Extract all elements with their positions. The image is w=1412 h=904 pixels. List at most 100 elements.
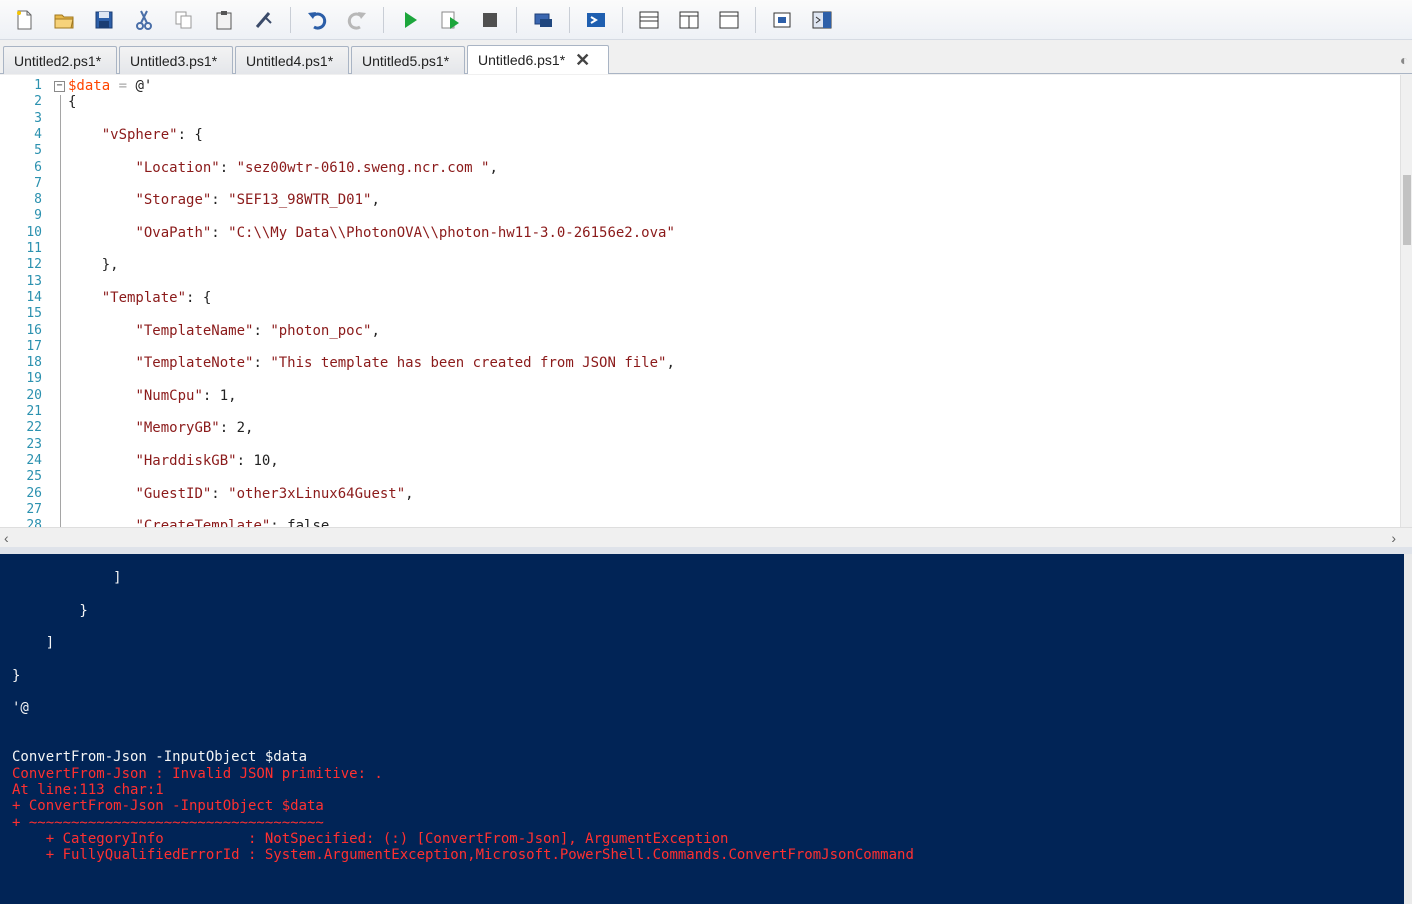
code-line: {	[68, 94, 77, 111]
layout-maximize-icon[interactable]	[716, 7, 742, 33]
code-line: "OvaPath": "C:\\My Data\\PhotonOVA\\phot…	[135, 224, 675, 241]
run-icon[interactable]	[397, 7, 423, 33]
cut-icon[interactable]	[131, 7, 157, 33]
line-number: 4	[34, 126, 42, 142]
copy-icon[interactable]	[171, 7, 197, 33]
line-number: 14	[26, 289, 42, 305]
powershell-console-icon[interactable]	[583, 7, 609, 33]
line-number: 1	[34, 78, 42, 93]
line-number: 27	[26, 501, 42, 517]
line-number: 11	[26, 241, 42, 256]
fold-toggle-icon[interactable]: −	[54, 81, 65, 92]
toolbar	[0, 0, 1412, 40]
line-number: 20	[26, 387, 42, 403]
line-number: 24	[26, 452, 42, 468]
line-number: 8	[34, 192, 42, 208]
script-editor[interactable]: 1 2 3 4 5 6 7 8 9 10 11 12 13 14 15 16 17 18 19 20 21 22 23 24 2…	[0, 75, 1412, 527]
line-number: 6	[34, 159, 42, 175]
line-number: 2	[34, 94, 42, 110]
code-line: "TemplateName": "photon_poc",	[135, 322, 380, 339]
code-line: "GuestID": "other3xLinux64Guest",	[135, 485, 414, 502]
tab-label: Untitled5.ps1*	[362, 52, 450, 69]
line-number: 12	[26, 257, 42, 273]
clear-console-icon[interactable]	[251, 7, 277, 33]
tab-untitled4[interactable]: Untitled4.ps1*	[235, 46, 349, 74]
console-line: ]	[12, 570, 122, 586]
tab-untitled3[interactable]: Untitled3.ps1*	[119, 46, 233, 74]
code-line: "TemplateNote": "This template has been …	[135, 355, 675, 372]
show-addon-icon[interactable]	[809, 7, 835, 33]
run-selection-icon[interactable]	[437, 7, 463, 33]
tab-label: Untitled6.ps1*	[478, 52, 566, 68]
close-tab-icon[interactable]: ✕	[575, 50, 590, 71]
undo-icon[interactable]	[304, 7, 330, 33]
scroll-left-icon[interactable]: ‹	[4, 530, 9, 546]
code-line: "vSphere": {	[101, 126, 203, 143]
code-line: "CreateTemplate": false	[135, 518, 330, 527]
scrollbar-thumb[interactable]	[1403, 175, 1411, 245]
code-line: "MemoryGB": 2,	[135, 420, 254, 437]
console-line: }	[12, 667, 21, 684]
console-line: '@	[12, 700, 29, 717]
code-line: },	[68, 257, 119, 274]
tab-untitled5[interactable]: Untitled5.ps1*	[351, 46, 465, 74]
code-line: "Template": {	[101, 289, 212, 306]
show-command-icon[interactable]	[769, 7, 795, 33]
layout-top-icon[interactable]	[636, 7, 662, 33]
editor-vertical-scrollbar[interactable]	[1400, 75, 1412, 527]
code-line: "Location": "sez00wtr-0610.sweng.ncr.com…	[135, 159, 498, 176]
line-number: 17	[26, 338, 42, 354]
console-error-line: + CategoryInfo : NotSpecified: (:) [Conv…	[12, 830, 729, 847]
line-number: 13	[26, 273, 42, 289]
line-number: 21	[26, 404, 42, 419]
editor-horizontal-scrollbar[interactable]: ‹ ›	[0, 527, 1412, 547]
tab-label: Untitled2.ps1*	[14, 52, 102, 69]
new-icon[interactable]	[11, 7, 37, 33]
line-number: 3	[34, 110, 42, 126]
remote-powershell-icon[interactable]	[530, 7, 556, 33]
line-number: 15	[26, 306, 42, 322]
line-number-gutter: 1 2 3 4 5 6 7 8 9 10 11 12 13 14 15 16 17 18 19 20 21 22 23 24 2…	[0, 75, 62, 527]
code-line: $data = @'	[68, 78, 153, 94]
console-vertical-scrollbar[interactable]	[1404, 554, 1412, 904]
line-number: 22	[26, 420, 42, 436]
pane-splitter[interactable]	[0, 547, 1412, 554]
layout-right-icon[interactable]	[676, 7, 702, 33]
console-line: }	[12, 602, 88, 619]
tab-untitled2[interactable]: Untitled2.ps1*	[3, 46, 117, 74]
line-number: 28	[26, 518, 42, 527]
code-line: "NumCpu": 1,	[135, 387, 237, 404]
console-error-line: + ~~~~~~~~~~~~~~~~~~~~~~~~~~~~~~~~~~~	[12, 814, 324, 831]
tab-untitled6[interactable]: Untitled6.ps1* ✕	[467, 45, 609, 74]
code-area[interactable]: $data = @'{ "vSphere": { "Location": "se…	[68, 75, 1398, 527]
line-number: 5	[34, 143, 42, 159]
console-error-line: ConvertFrom-Json : Invalid JSON primitiv…	[12, 765, 383, 782]
paste-icon[interactable]	[211, 7, 237, 33]
scroll-right-icon[interactable]: ›	[1391, 530, 1396, 546]
tab-scroll-icon[interactable]: ◐	[1400, 52, 1412, 70]
line-number: 10	[26, 224, 42, 240]
tab-label: Untitled4.ps1*	[246, 52, 334, 69]
console-error-line: + FullyQualifiedErrorId : System.Argumen…	[12, 847, 914, 864]
code-line: "Storage": "SEF13_98WTR_D01",	[135, 192, 380, 209]
line-number: 18	[26, 355, 42, 371]
line-number: 19	[26, 371, 42, 387]
stop-icon[interactable]	[477, 7, 503, 33]
line-number: 16	[26, 322, 42, 338]
console-pane[interactable]: ] } ]} '@ ConvertFrom-Json -InputObject $d…	[0, 554, 1412, 904]
line-number: 26	[26, 485, 42, 501]
line-number: 23	[26, 436, 42, 452]
code-line: "HarddiskGB": 10,	[135, 452, 279, 469]
tab-bar: Untitled2.ps1* Untitled3.ps1* Untitled4.…	[0, 40, 1412, 74]
open-folder-icon[interactable]	[51, 7, 77, 33]
line-number: 9	[34, 208, 42, 224]
line-number: 25	[26, 469, 42, 485]
redo-icon[interactable]	[344, 7, 370, 33]
line-number: 7	[34, 175, 42, 191]
console-error-line: At line:113 char:1	[12, 781, 164, 798]
console-line: ConvertFrom-Json -InputObject $data	[12, 749, 308, 766]
save-icon[interactable]	[91, 7, 117, 33]
tab-label: Untitled3.ps1*	[130, 52, 218, 69]
console-line: ]	[12, 635, 55, 652]
fold-guide	[60, 95, 61, 527]
